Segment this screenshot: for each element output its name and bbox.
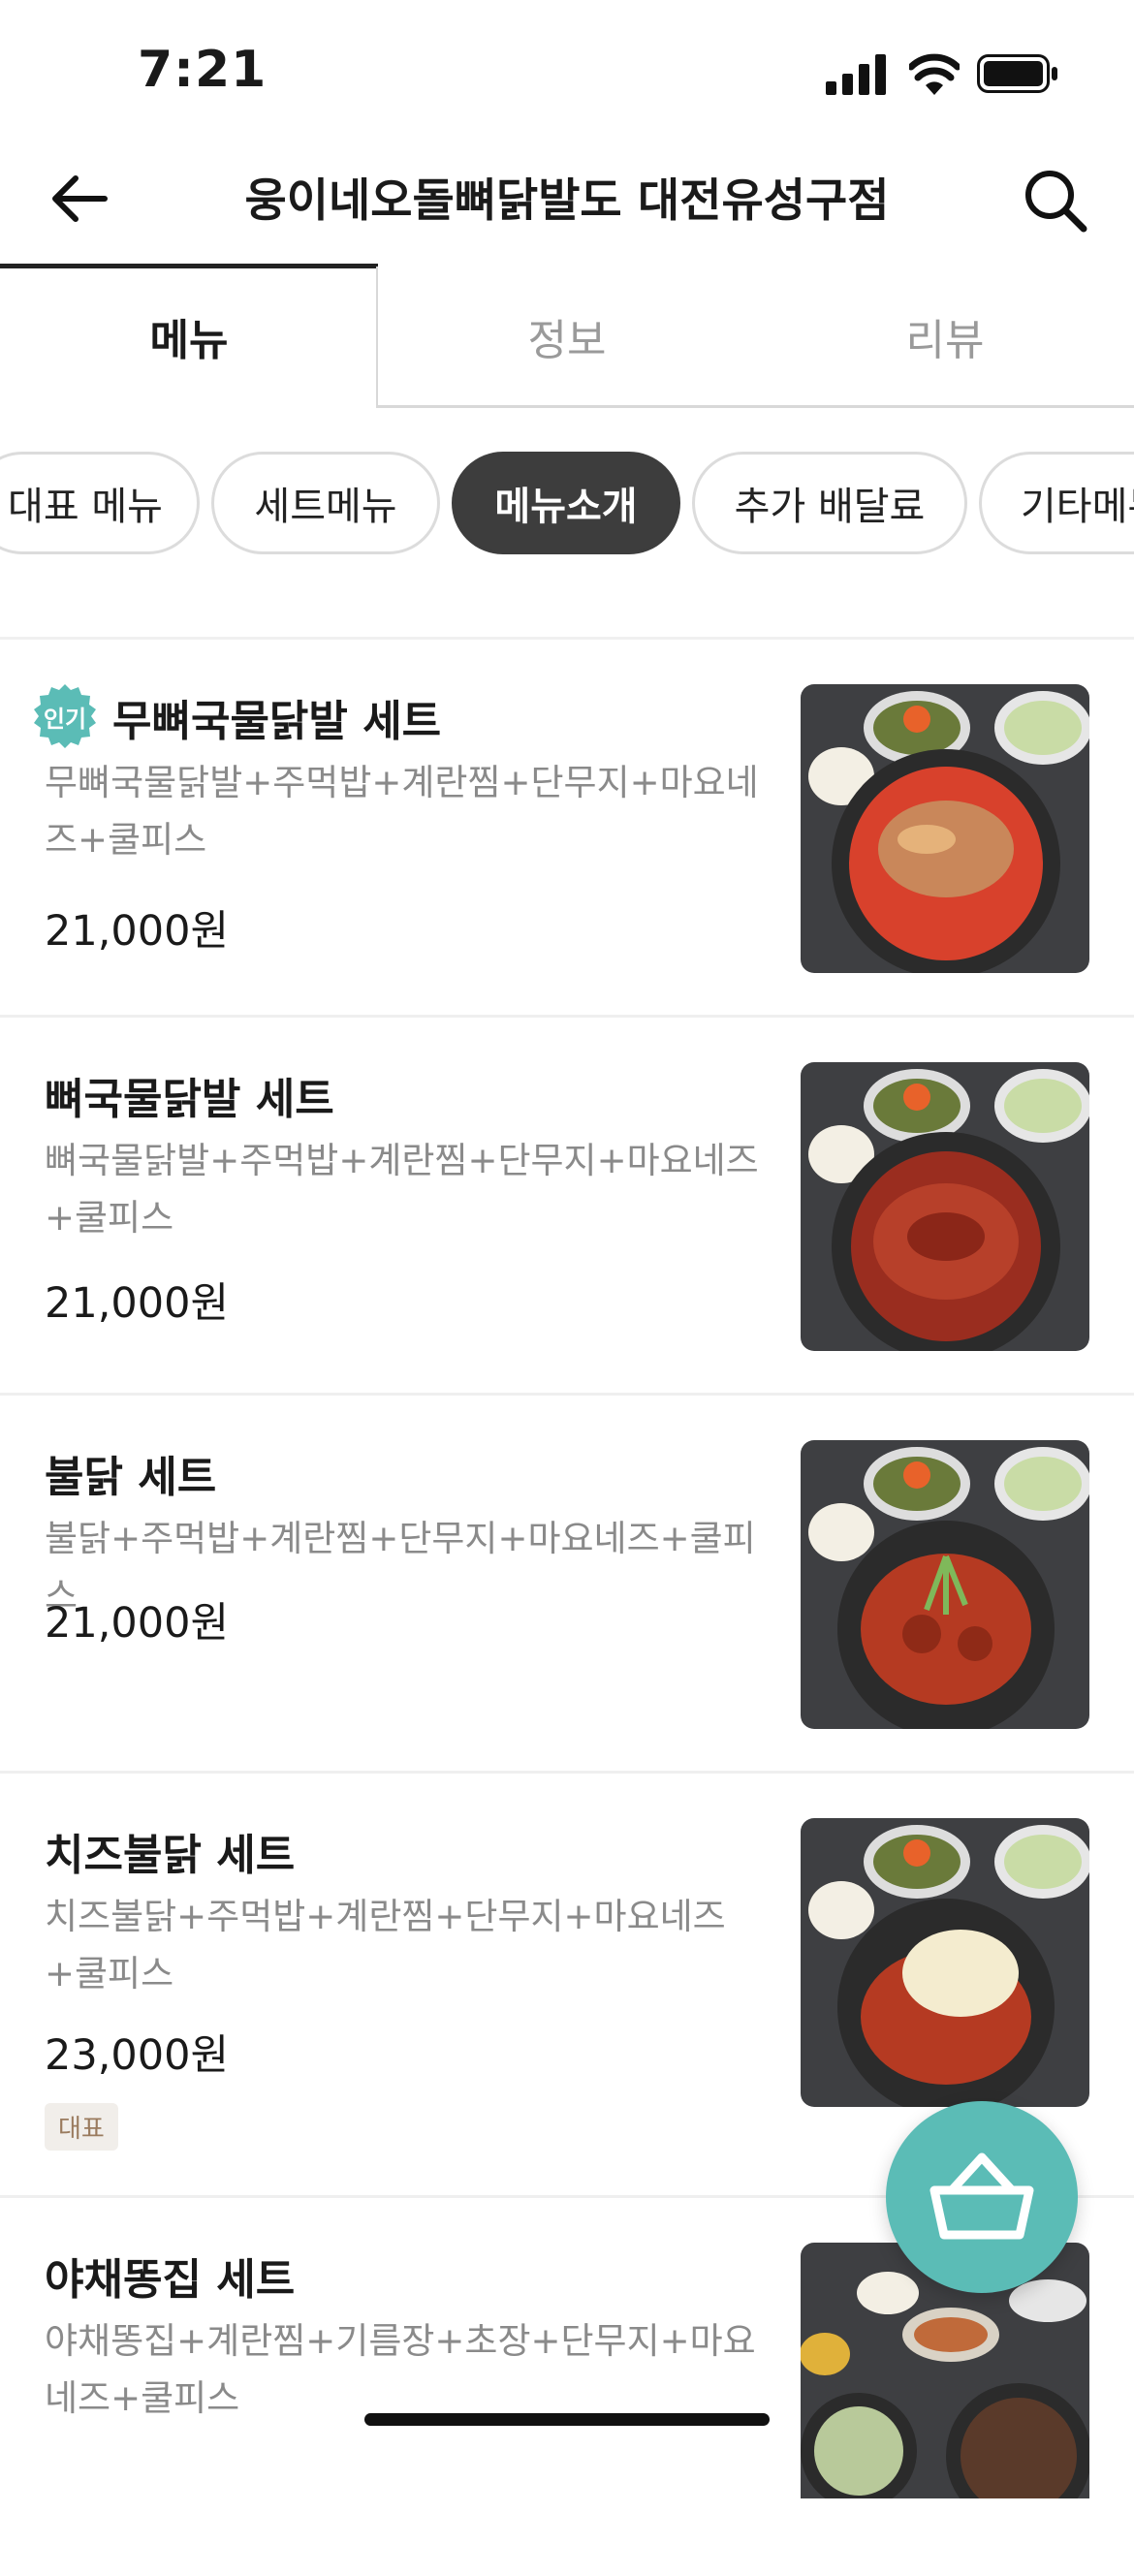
category-chip-bar: 대표 메뉴 세트메뉴 메뉴소개 추가 배달료 기타메뉴 bbox=[0, 452, 1134, 558]
menu-item-description: 무뼈국물닭발+주먹밥+계란찜+단무지+마요네즈+쿨피스 bbox=[45, 762, 759, 861]
store-title: 웅이네오돌뼈닭발도 대전유성구점 bbox=[244, 174, 890, 228]
menu-item-description: 뼈국물닭발+주먹밥+계란찜+단무지+마요네즈+쿨피스 bbox=[45, 1140, 759, 1239]
home-indicator bbox=[364, 2413, 770, 2426]
chip-extra-delivery-fee[interactable]: 추가 배달료 bbox=[692, 452, 967, 554]
chip-other-menu[interactable]: 기타메뉴 bbox=[979, 452, 1134, 554]
popular-badge-label: 인기 bbox=[43, 705, 87, 733]
menu-item-price: 23,000원 bbox=[45, 2031, 230, 2080]
food-photo-icon[interactable] bbox=[801, 684, 1089, 973]
menu-item-name: 치즈불닭 세트 bbox=[45, 1831, 296, 1880]
menu-item-description: 야채똥집+계란찜+기름장+초장+단무지+마요네즈+쿨피스 bbox=[45, 2320, 756, 2419]
chip-set-menu[interactable]: 세트메뉴 bbox=[211, 452, 440, 554]
menu-item-name: 무뼈국물닭발 세트 bbox=[112, 697, 442, 746]
search-icon[interactable] bbox=[1022, 167, 1089, 235]
basket-icon bbox=[929, 2152, 1034, 2240]
representative-tag: 대표 bbox=[45, 2103, 118, 2151]
food-photo-icon[interactable] bbox=[801, 1440, 1089, 1729]
menu-item-name: 뼈국물닭발 세트 bbox=[45, 1075, 334, 1124]
chip-menu-intro[interactable]: 메뉴소개 bbox=[452, 452, 680, 554]
active-tab-indicator bbox=[0, 264, 378, 268]
menu-item[interactable]: 인기 무뼈국물닭발 세트 무뼈국물닭발+주먹밥+계란찜+단무지+마요네즈+쿨피스… bbox=[0, 640, 1134, 1018]
cellular-signal-icon bbox=[826, 54, 886, 95]
menu-item[interactable]: 불닭 세트 불닭+주먹밥+계란찜+단무지+마요네즈+쿨피스 21,000원 bbox=[0, 1396, 1134, 1774]
food-photo-icon[interactable] bbox=[801, 1062, 1089, 1351]
arrow-left-icon[interactable] bbox=[47, 167, 110, 231]
menu-item[interactable]: 뼈국물닭발 세트 뼈국물닭발+주먹밥+계란찜+단무지+마요네즈+쿨피스 21,0… bbox=[0, 1018, 1134, 1396]
chip-representative-menu[interactable]: 대표 메뉴 bbox=[0, 452, 200, 554]
menu-item-price: 21,000원 bbox=[45, 1279, 230, 1328]
menu-item-name: 야채똥집 세트 bbox=[45, 2255, 296, 2305]
menu-item-price: 21,000원 bbox=[45, 907, 230, 956]
status-bar: 7:21 bbox=[0, 0, 1134, 145]
menu-item-name: 불닭 세트 bbox=[45, 1453, 217, 1502]
tab-divider bbox=[376, 267, 1134, 408]
tab-menu[interactable]: 메뉴 bbox=[0, 264, 378, 409]
cart-button[interactable] bbox=[886, 2101, 1078, 2293]
menu-item-description: 치즈불닭+주먹밥+계란찜+단무지+마요네즈+쿨피스 bbox=[45, 1896, 726, 1995]
wifi-icon bbox=[909, 53, 960, 95]
status-time: 7:21 bbox=[138, 41, 268, 99]
food-photo-icon[interactable] bbox=[801, 1818, 1089, 2107]
battery-icon bbox=[977, 54, 1057, 93]
menu-item-price: 21,000원 bbox=[45, 1599, 230, 1648]
